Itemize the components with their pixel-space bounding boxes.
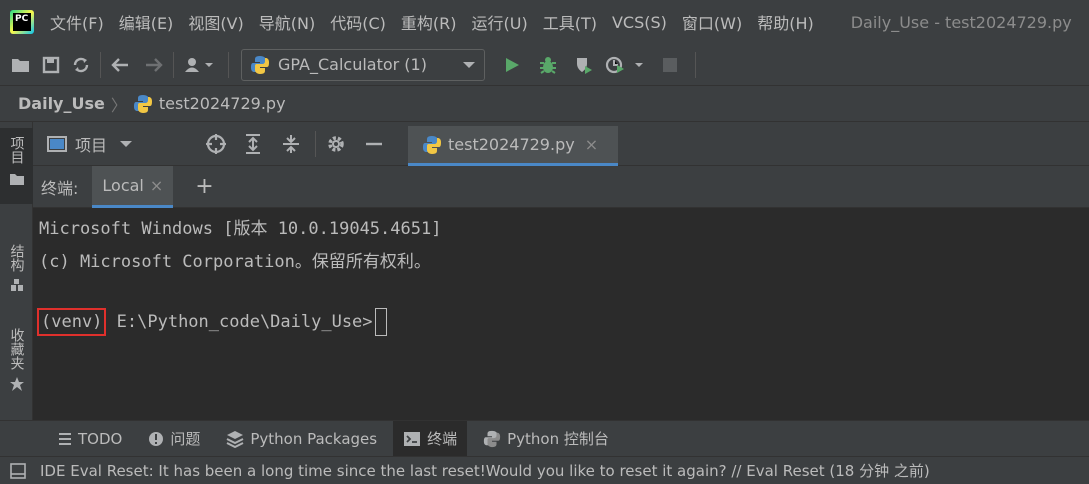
menu-bar: PC 文件(F) 编辑(E) 视图(V) 导航(N) 代码(C) 重构(R) 运… (0, 0, 1089, 44)
terminal-cursor (374, 308, 387, 336)
terminal-tab-local[interactable]: Local × (92, 165, 174, 208)
tool-tab-problems-label: 问题 (170, 430, 201, 448)
tool-tab-structure[interactable]: 结构 (0, 244, 33, 314)
chevron-down-icon (463, 61, 475, 68)
breadcrumb-file[interactable]: test2024729.py (159, 94, 286, 113)
terminal-prompt: E:\Python_code\Daily_Use> (106, 312, 373, 332)
tool-tab-python-console-label: Python 控制台 (507, 430, 609, 448)
tool-tab-problems[interactable]: 问题 (138, 421, 210, 457)
user-dropdown-icon[interactable] (182, 54, 220, 76)
editor-tab-bar: test2024729.py × (405, 122, 1089, 166)
tool-window-toggle-icon[interactable] (10, 462, 26, 479)
minimize-icon[interactable] (364, 134, 384, 154)
forward-arrow-icon[interactable] (143, 54, 165, 76)
tool-tab-python-console[interactable]: Python 控制台 (473, 421, 619, 457)
close-icon[interactable]: × (150, 176, 163, 195)
tool-tab-todo[interactable]: TODO (48, 421, 132, 457)
venv-indicator: (venv) (37, 308, 107, 336)
terminal-header: 终端: Local × + (33, 165, 1089, 208)
menu-view[interactable]: 视图(V) (188, 10, 243, 34)
sync-icon[interactable] (70, 54, 92, 76)
tool-tab-todo-label: TODO (78, 429, 123, 448)
python-console-icon (484, 430, 501, 447)
warning-icon (149, 431, 164, 446)
panel-separator (315, 130, 317, 157)
pycharm-logo-icon: PC (10, 10, 34, 34)
gear-icon[interactable] (326, 134, 346, 154)
menu-edit[interactable]: 编辑(E) (119, 10, 174, 34)
tool-tab-terminal[interactable]: 终端 (393, 420, 468, 457)
menu-refactor[interactable]: 重构(R) (401, 10, 457, 34)
terminal-line: Microsoft Windows [版本 10.0.19045.4651] (39, 219, 442, 239)
stop-icon[interactable] (659, 54, 681, 76)
terminal-tab-label: Local (102, 175, 144, 195)
breadcrumb: Daily_Use 〉 test2024729.py (0, 86, 1089, 122)
run-configuration-label: GPA_Calculator (1) (278, 55, 427, 74)
bottom-tool-tabs: TODO 问题 Python Packages 终端 Python 控制台 (0, 420, 1089, 457)
project-panel-title[interactable]: 项目 (75, 132, 107, 156)
terminal-title: 终端: (41, 178, 79, 198)
menu-tools[interactable]: 工具(T) (543, 10, 597, 34)
tool-tab-python-packages-label: Python Packages (250, 429, 378, 448)
run-configuration-select[interactable]: GPA_Calculator (1) (241, 48, 485, 81)
star-icon (9, 377, 24, 391)
menu-vcs[interactable]: VCS(S) (612, 13, 667, 32)
toolbar-separator (100, 51, 101, 78)
toolbar-separator (173, 51, 174, 78)
toolbar-separator (228, 51, 229, 78)
save-icon[interactable] (40, 54, 62, 76)
tool-tab-favorites-label: 收藏夹 (8, 328, 25, 370)
breadcrumb-separator: 〉 (110, 95, 127, 115)
menu-help[interactable]: 帮助(H) (757, 10, 814, 34)
main-toolbar: GPA_Calculator (1) (0, 44, 1089, 86)
folder-icon (9, 174, 24, 185)
structure-icon (10, 279, 23, 291)
project-window-icon (47, 135, 67, 152)
python-file-icon (133, 94, 152, 113)
menu-navigate[interactable]: 导航(N) (259, 10, 315, 34)
menu-run[interactable]: 运行(U) (472, 10, 528, 34)
coverage-icon[interactable] (573, 54, 595, 76)
status-bar: IDE Eval Reset: It has been a long time … (0, 456, 1089, 484)
expand-all-icon[interactable] (243, 133, 263, 155)
packages-icon (226, 430, 244, 448)
python-logo-icon (251, 55, 269, 74)
tool-tab-python-packages[interactable]: Python Packages (216, 421, 387, 457)
list-icon (59, 432, 71, 445)
tool-tab-terminal-label: 终端 (427, 430, 458, 448)
toolbar-separator (695, 51, 696, 78)
terminal-output[interactable]: Microsoft Windows [版本 10.0.19045.4651] (… (33, 208, 1089, 420)
python-file-icon (423, 135, 441, 154)
collapse-all-icon[interactable] (281, 133, 301, 155)
terminal-line: (c) Microsoft Corporation。保留所有权利。 (39, 252, 431, 272)
back-arrow-icon[interactable] (109, 54, 131, 76)
menu-file[interactable]: 文件(F) (50, 10, 104, 34)
status-message[interactable]: IDE Eval Reset: It has been a long time … (40, 460, 930, 481)
menu-window[interactable]: 窗口(W) (682, 10, 742, 34)
tool-tab-project-label: 项目 (8, 136, 25, 164)
run-icon[interactable] (501, 54, 523, 76)
breadcrumb-project[interactable]: Daily_Use (18, 94, 105, 113)
new-terminal-button[interactable]: + (195, 174, 213, 199)
profile-icon[interactable] (605, 54, 649, 76)
chevron-down-icon[interactable] (119, 139, 133, 149)
tool-tab-structure-label: 结构 (8, 244, 25, 272)
locate-icon[interactable] (205, 133, 227, 155)
editor-tab-test2024729[interactable]: test2024729.py × (408, 126, 618, 166)
open-folder-icon[interactable] (10, 54, 32, 76)
project-panel-header: 项目 (33, 122, 405, 166)
terminal-icon (404, 431, 421, 446)
debug-icon[interactable] (537, 54, 559, 76)
window-title: Daily_Use - test2024729.py (850, 12, 1072, 32)
tool-tab-favorites[interactable]: 收藏夹 (0, 328, 33, 414)
menu-code[interactable]: 代码(C) (330, 10, 386, 34)
close-icon[interactable]: × (585, 135, 598, 154)
tool-tab-project[interactable]: 项目 (0, 128, 33, 204)
editor-tab-label: test2024729.py (448, 135, 575, 154)
terminal-prompt-line: (venv) E:\Python_code\Daily_Use> (37, 308, 387, 336)
left-tool-strip: 项目 结构 收藏夹 (0, 122, 33, 420)
